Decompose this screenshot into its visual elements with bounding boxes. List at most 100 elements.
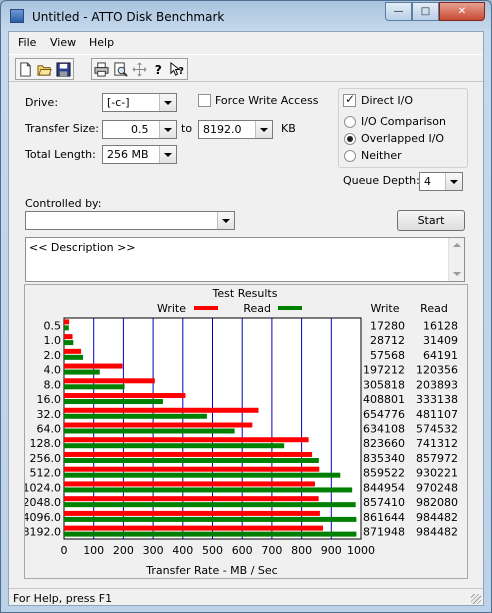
queue-depth-select[interactable]: 4 [419,172,463,191]
write-bar [64,481,315,487]
write-bar [64,525,323,531]
read-column-header: Read [420,302,448,315]
app-window: Untitled - ATTO Disk Benchmark — □ ✕ Fil… [0,0,492,613]
x-tick-label: 800 [291,544,312,557]
x-tick-label: 700 [261,544,282,557]
chevron-down-icon[interactable] [159,146,176,163]
kb-label: KB [281,122,296,135]
x-tick-label: 1000 [347,544,375,557]
legend-read-label: Read [243,302,271,315]
transfer-to-value: 8192.0 [203,123,242,136]
description-scrollbar[interactable] [448,238,464,281]
write-bar [64,319,70,325]
y-tick-label: 8192.0 [25,526,61,539]
write-column-header: Write [370,302,399,315]
legend-read-swatch [278,306,302,310]
write-value: 835340 [363,452,405,465]
overlapped-io-label[interactable]: Overlapped I/O [361,132,444,145]
description-text: << Description >> [29,241,136,254]
write-bar [64,510,320,516]
svg-text:?: ? [155,63,162,77]
read-bar [64,516,357,522]
y-tick-label: 0.5 [44,319,62,332]
chevron-down-icon[interactable] [159,121,176,138]
total-length-select[interactable]: 256 MB [102,145,177,164]
menu-file[interactable]: File [18,36,36,49]
neither-radio[interactable] [344,150,356,162]
maximize-button[interactable]: □ [412,2,439,21]
chevron-down-icon[interactable] [255,121,272,138]
title-bar[interactable]: Untitled - ATTO Disk Benchmark — □ ✕ [1,1,491,31]
x-tick-label: 0 [61,544,68,557]
y-tick-label: 2048.0 [25,496,61,509]
scroll-up-icon[interactable] [453,243,461,247]
open-icon[interactable] [35,59,54,79]
read-bar [64,369,100,375]
read-value: 970248 [416,481,458,494]
write-bar [64,393,186,399]
read-bar [64,443,285,449]
start-button[interactable]: Start [397,210,465,231]
drive-select[interactable]: [-c-] [102,93,177,112]
io-comparison-radio[interactable] [344,116,356,128]
direct-io-checkbox[interactable] [343,92,356,107]
print-preview-icon[interactable] [111,59,130,79]
to-label: to [181,122,193,135]
write-value: 305818 [363,378,405,391]
toolbar-tools-group: ? ? [91,58,188,80]
move-icon[interactable] [130,59,149,79]
y-tick-label: 128.0 [30,437,62,450]
force-write-checkbox[interactable] [198,94,211,107]
read-bar [64,487,353,493]
transfer-to-select[interactable]: 8192.0 [198,120,273,139]
neither-label[interactable]: Neither [361,149,402,162]
chevron-down-icon[interactable] [217,212,234,229]
read-value: 930221 [416,467,458,480]
description-textarea[interactable]: << Description >> [25,237,465,282]
resize-grip-icon[interactable] [471,594,481,604]
io-comparison-label[interactable]: I/O Comparison [361,115,446,128]
controlled-by-select[interactable] [25,211,235,230]
menu-help[interactable]: Help [89,36,114,49]
x-tick-label: 900 [321,544,342,557]
results-title: Test Results [212,287,278,300]
save-icon[interactable] [54,59,73,79]
write-bar [64,466,320,472]
minimize-button[interactable]: — [385,2,412,21]
app-icon [10,9,24,23]
read-bar [64,413,207,419]
read-bar [64,428,235,434]
close-button[interactable]: ✕ [439,2,485,21]
help-icon[interactable]: ? [149,59,168,79]
x-tick-label: 300 [143,544,164,557]
results-chart: Test Results Write Read Write Read 0.5 1.… [23,287,459,577]
y-tick-label: 16.0 [37,393,62,406]
write-value: 844954 [363,481,405,494]
y-tick-label: 4.0 [44,364,62,377]
read-bar [64,457,319,463]
chevron-down-icon[interactable] [445,173,462,190]
scroll-down-icon[interactable] [453,272,461,276]
context-help-icon[interactable]: ? [168,59,187,79]
y-tick-label: 8.0 [44,378,62,391]
queue-depth-value: 4 [424,175,431,188]
transfer-from-select[interactable]: 0.5 [102,120,177,139]
write-bar [64,363,123,369]
direct-io-label[interactable]: Direct I/O [361,94,413,107]
print-icon[interactable] [92,59,111,79]
controlled-by-label: Controlled by: [25,197,102,210]
new-icon[interactable] [16,59,35,79]
write-value: 859522 [363,467,405,480]
read-value: 333138 [416,393,458,406]
write-value: 408801 [363,393,405,406]
read-value: 984482 [416,526,458,539]
write-bar [64,437,309,443]
y-tick-label: 4096.0 [25,511,61,524]
write-bar [64,334,73,340]
y-tick-label: 512.0 [30,467,62,480]
chevron-down-icon[interactable] [159,94,176,111]
force-write-label[interactable]: Force Write Access [215,94,318,107]
toolbar-file-group [15,58,74,80]
overlapped-io-radio[interactable] [344,133,356,145]
menu-view[interactable]: View [50,36,76,49]
